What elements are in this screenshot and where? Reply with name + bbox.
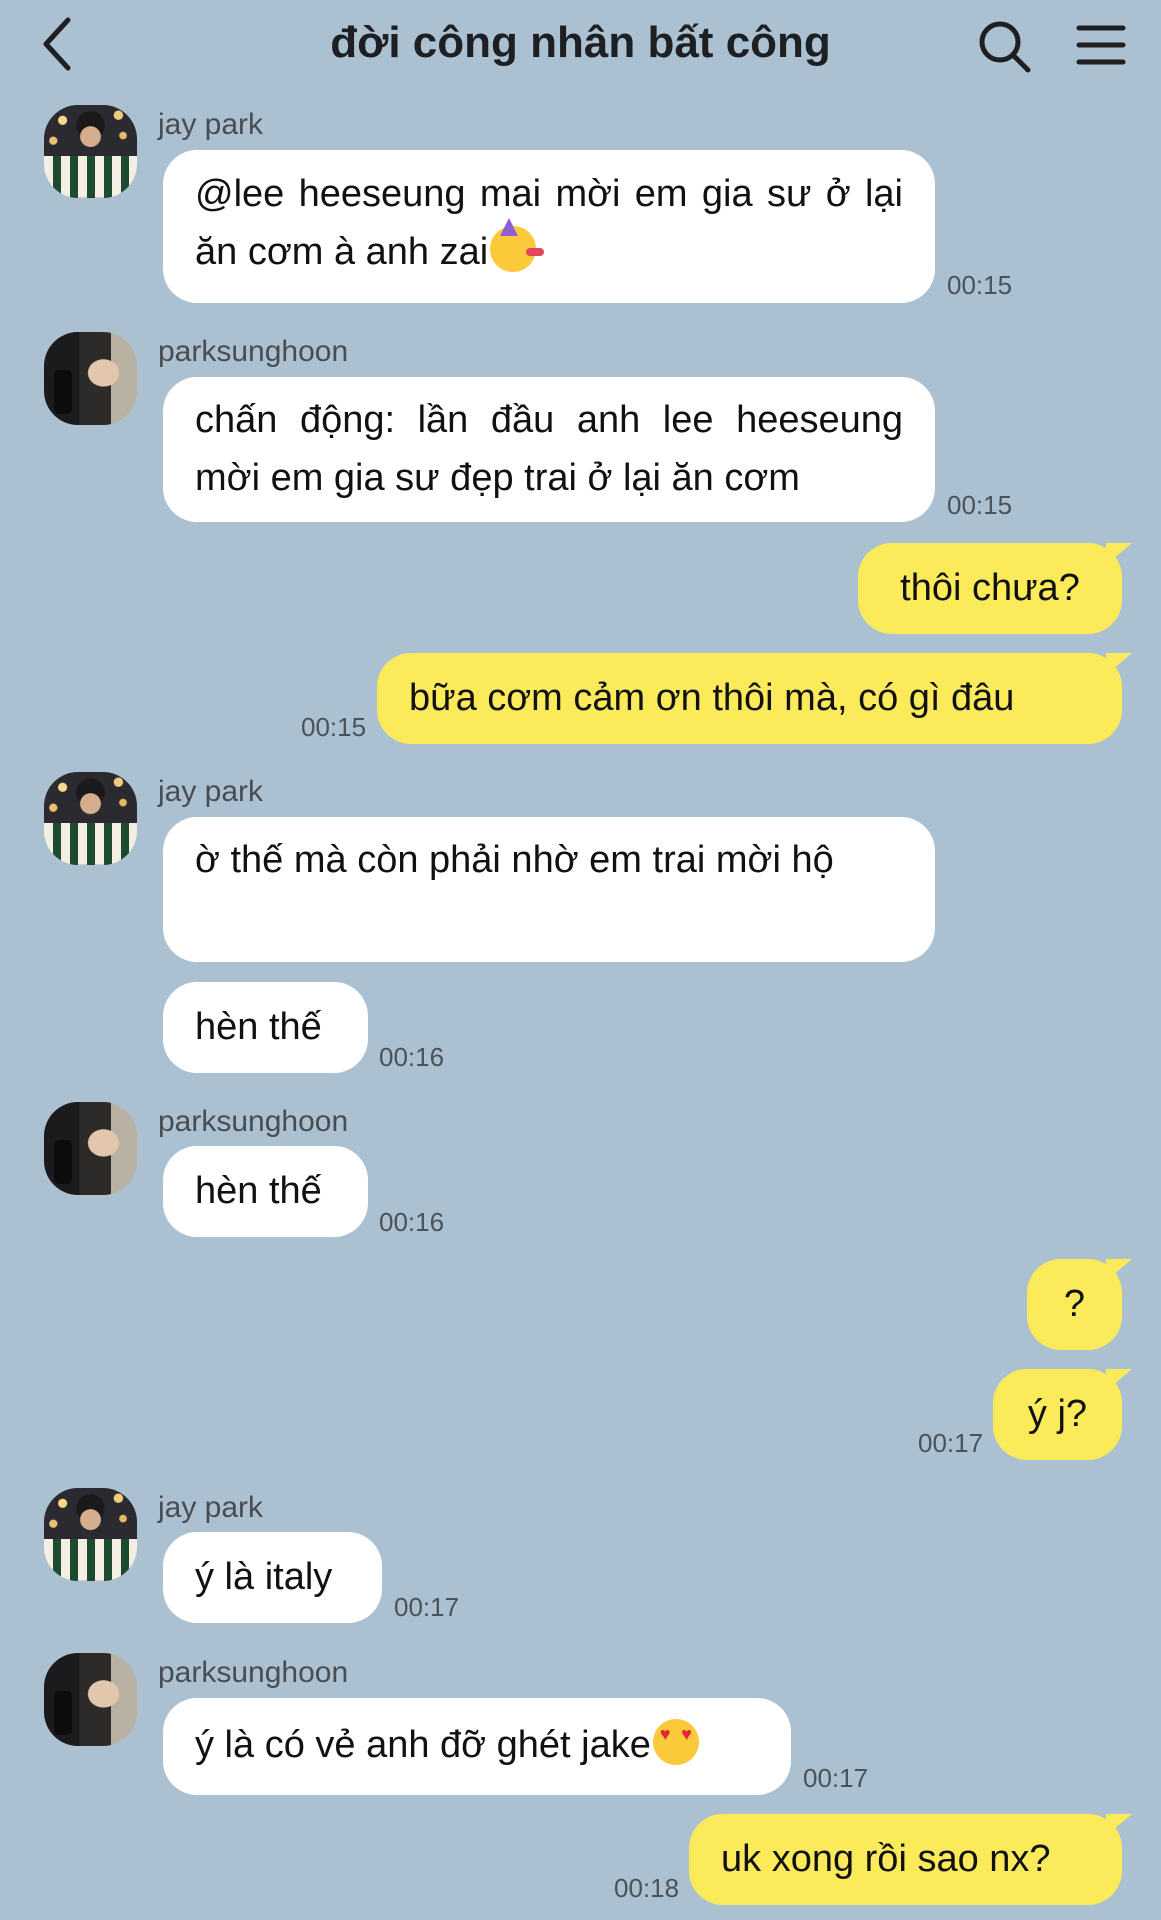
chevron-left-icon xyxy=(43,17,71,71)
message-time: 00:16 xyxy=(379,1207,445,1237)
avatar-jay-park[interactable] xyxy=(44,772,137,865)
message-time: 00:15 xyxy=(947,270,1013,300)
message-bubble-incoming[interactable]: ý là có vẻ anh đỡ ghét jake xyxy=(163,1698,791,1795)
sender-name: jay park xyxy=(158,1491,264,1524)
message-bubble-outgoing[interactable]: ý j? xyxy=(993,1369,1132,1460)
avatar-jay-park[interactable] xyxy=(44,1488,137,1581)
sender-name: parksunghoon xyxy=(158,1105,349,1138)
message-text: thôi chưa? xyxy=(900,567,1080,609)
message-bubble-outgoing[interactable]: uk xong rồi sao nx? xyxy=(689,1814,1132,1905)
chat-title: đời công nhân bất công xyxy=(330,18,831,67)
message-text: uk xong rồi sao nx? xyxy=(721,1838,1051,1880)
message-bubble-incoming[interactable]: hèn thế xyxy=(163,1146,368,1237)
message-time: 00:18 xyxy=(614,1873,680,1903)
message-text: ý là có vẻ anh đỡ ghét jake xyxy=(195,1716,759,1774)
message-text: ý j? xyxy=(1027,1393,1088,1435)
message-bubble-incoming[interactable]: chấn động: lần đầu anh lee heeseung mời … xyxy=(163,377,935,522)
avatar-jay-park[interactable] xyxy=(44,105,137,198)
message-time: 00:15 xyxy=(947,490,1013,520)
heart-eyes-emoji-icon xyxy=(652,1719,699,1765)
avatar-parksunghoon[interactable] xyxy=(44,1653,137,1746)
partying-face-emoji-icon xyxy=(490,218,545,272)
avatar-parksunghoon[interactable] xyxy=(44,332,137,425)
menu-button[interactable] xyxy=(1076,20,1126,70)
search-icon xyxy=(979,21,1031,73)
message-bubble-outgoing[interactable]: thôi chưa? xyxy=(858,543,1132,634)
message-bubble-incoming[interactable]: ờ thế mà còn phải nhờ em trai mời hộ xyxy=(163,817,935,962)
message-bubble-incoming[interactable]: @lee heeseung mai mời em gia sư ở lại ăn… xyxy=(163,150,935,303)
message-text: chấn động: lần đầu anh lee heeseung mời … xyxy=(195,399,903,499)
message-text: hèn thế xyxy=(195,1170,322,1212)
message-time: 00:15 xyxy=(301,712,367,742)
message-bubble-incoming[interactable]: hèn thế xyxy=(163,982,368,1073)
message-bubble-incoming[interactable]: ý là italy xyxy=(163,1532,382,1623)
avatar-parksunghoon[interactable] xyxy=(44,1102,137,1195)
sender-name: parksunghoon xyxy=(158,335,349,368)
sender-name: jay park xyxy=(158,775,264,808)
sender-name: parksunghoon xyxy=(158,1656,349,1689)
message-text: ý là italy xyxy=(195,1556,333,1598)
message-text: ? xyxy=(1063,1283,1086,1325)
message-time: 00:16 xyxy=(379,1042,445,1072)
message-bubble-outgoing[interactable]: ? xyxy=(1027,1259,1132,1350)
message-text: @lee heeseung mai mời em gia sư ở lại ăn… xyxy=(195,173,903,273)
message-text: ờ thế mà còn phải nhờ em trai mời hộ xyxy=(195,839,834,881)
back-button[interactable] xyxy=(36,14,84,74)
message-time: 00:17 xyxy=(394,1592,460,1622)
search-button[interactable] xyxy=(976,18,1032,74)
message-time: 00:17 xyxy=(918,1428,984,1458)
message-time: 00:17 xyxy=(803,1763,869,1793)
message-text: hèn thế xyxy=(195,1006,322,1048)
message-bubble-outgoing[interactable]: bữa cơm cảm ơn thôi mà, có gì đâu xyxy=(377,653,1132,744)
message-text: bữa cơm cảm ơn thôi mà, có gì đâu xyxy=(409,677,1015,719)
sender-name: jay park xyxy=(158,108,264,141)
hamburger-menu-icon xyxy=(1076,25,1126,65)
chat-header: đời công nhân bất công xyxy=(0,0,1161,96)
